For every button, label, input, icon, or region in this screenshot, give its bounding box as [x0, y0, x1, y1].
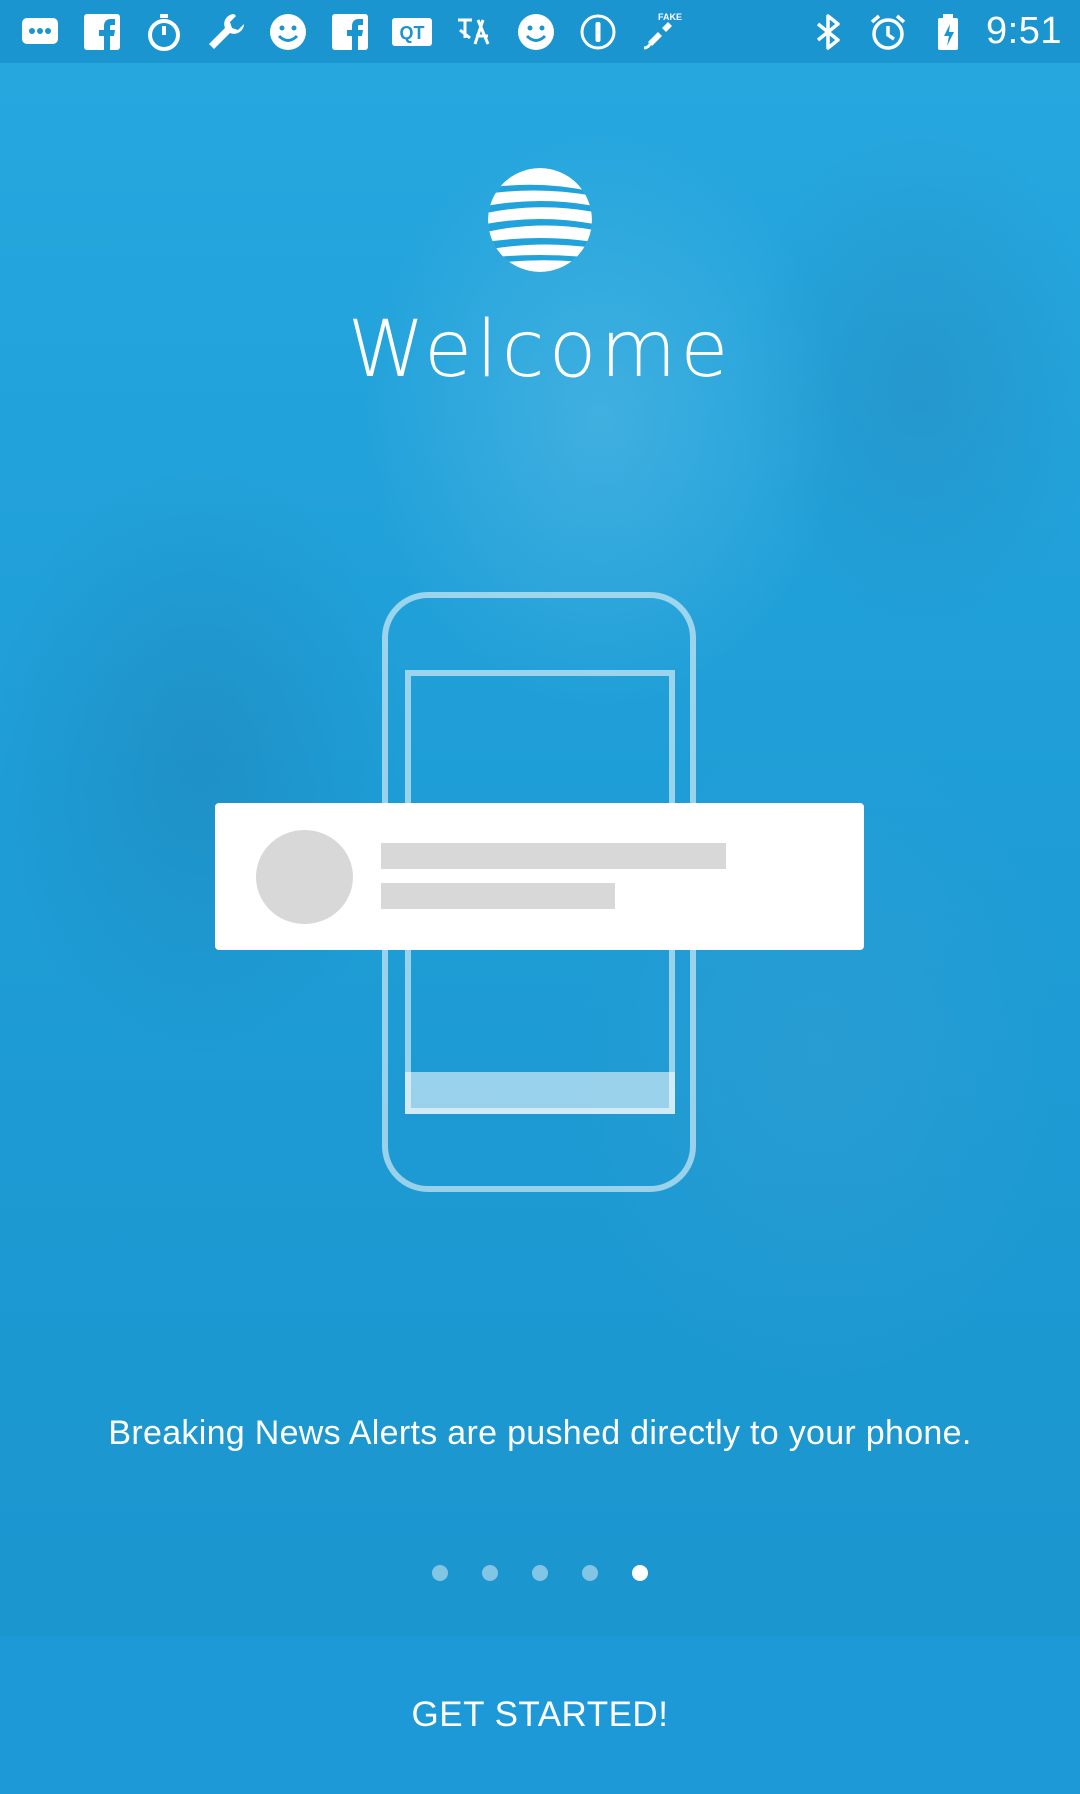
page-dot-3[interactable] — [532, 1565, 548, 1581]
page-indicator — [0, 1565, 1080, 1581]
wrench-icon — [204, 10, 248, 54]
fake-gps-label: FAKE — [658, 12, 682, 22]
chat-bubble-icon — [18, 10, 62, 54]
phone-nav-bar-illustration — [405, 1072, 675, 1114]
get-started-label: GET STARTED! — [411, 1695, 669, 1734]
page-dot-1[interactable] — [432, 1565, 448, 1581]
text-line-placeholder — [381, 883, 615, 909]
smiley-icon — [514, 10, 558, 54]
welcome-screen: QT FAKE 9:51 Welcome Breaking News Alert… — [0, 0, 1080, 1794]
qt-icon: QT — [390, 10, 434, 54]
info-circle-icon — [576, 10, 620, 54]
welcome-title: Welcome — [347, 305, 733, 395]
facebook-icon — [328, 10, 372, 54]
page-dot-5[interactable] — [632, 1565, 648, 1581]
page-dot-4[interactable] — [582, 1565, 598, 1581]
fake-gps-icon: FAKE — [638, 10, 682, 54]
bluetooth-icon — [806, 10, 850, 54]
qt-icon-label: QT — [400, 23, 425, 43]
alarm-icon — [866, 10, 910, 54]
battery-icon — [926, 10, 970, 54]
avatar-placeholder — [256, 830, 353, 924]
system-status: 9:51 — [806, 10, 1062, 54]
status-clock: 9:51 — [986, 10, 1062, 52]
stopwatch-icon — [142, 10, 186, 54]
get-started-button[interactable]: GET STARTED! — [0, 1636, 1080, 1794]
page-dot-2[interactable] — [482, 1565, 498, 1581]
notification-card-illustration — [215, 803, 864, 950]
facebook-icon — [80, 10, 124, 54]
att-logo-icon — [486, 166, 594, 274]
notification-icons: QT FAKE — [18, 10, 682, 54]
smiley-icon — [266, 10, 310, 54]
translate-icon — [452, 10, 496, 54]
status-bar: QT FAKE 9:51 — [0, 0, 1080, 63]
text-line-placeholder — [381, 843, 726, 869]
onboarding-caption: Breaking News Alerts are pushed directly… — [108, 1414, 972, 1452]
